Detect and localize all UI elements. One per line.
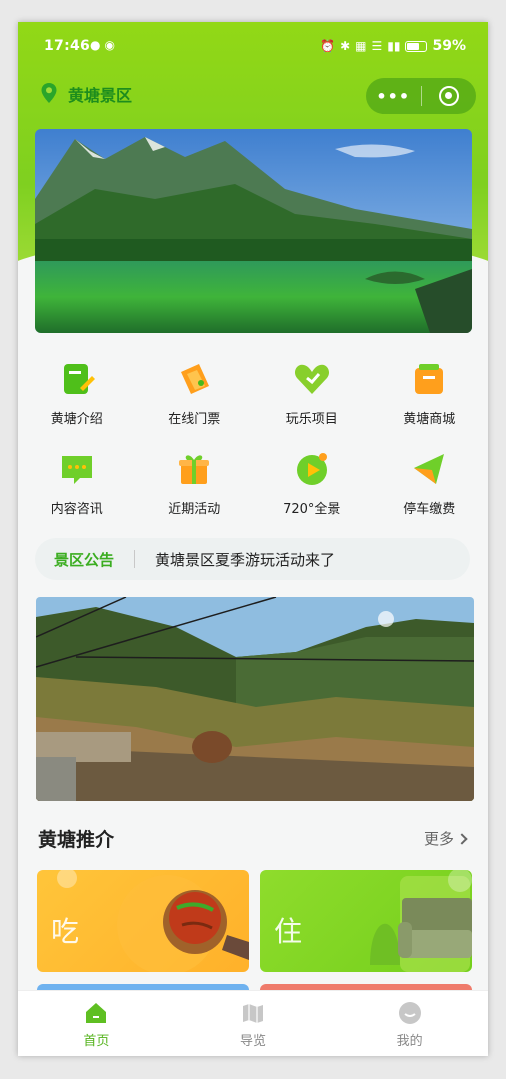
app-notification-icon: ◉ — [104, 38, 115, 52]
valley-illustration — [36, 597, 474, 801]
card-label: 住 — [274, 915, 303, 948]
announcement-text[interactable]: 黄塘景区夏季游玩活动来了 — [155, 549, 335, 570]
section-title: 黄塘推介 — [38, 829, 115, 851]
more-label: 更多 — [423, 830, 454, 848]
bluetooth-icon: ✱ — [340, 39, 351, 53]
menu-item-tickets[interactable]: 在线门票 — [136, 358, 254, 448]
chat-icon — [61, 456, 92, 484]
menu-label: 720°全景 — [283, 502, 341, 517]
signal-icon: ▮▮ — [387, 39, 401, 53]
scenic-photo[interactable] — [36, 597, 474, 801]
shopping-bag-icon — [415, 364, 444, 394]
more-link[interactable]: 更多 — [423, 828, 468, 849]
announcement-divider — [134, 550, 136, 568]
menu-label: 黄塘商城 — [403, 412, 456, 427]
tab-bar: 首页 导览 我的 — [18, 990, 488, 1056]
tab-home[interactable]: 首页 — [18, 991, 175, 1056]
more-menu-button[interactable]: ••• — [366, 87, 421, 106]
menu-item-news[interactable]: 内容咨讯 — [18, 448, 136, 538]
heart-icon — [294, 364, 329, 394]
status-bar: 17:46 ● ◉ ⏰ ✱ ▦ ☰ ▮▮ 59% — [18, 36, 488, 62]
target-icon — [438, 86, 459, 106]
home-icon — [86, 1003, 107, 1023]
recommend-card-stay[interactable]: 住 — [260, 870, 472, 972]
ticket-icon — [181, 364, 210, 394]
menu-item-introduction[interactable]: 黄塘介绍 — [18, 358, 136, 448]
play-circle-icon — [296, 453, 327, 485]
menu-item-activities[interactable]: 玩乐项目 — [253, 358, 371, 448]
profile-icon — [398, 1002, 421, 1024]
announcement-bar[interactable]: 景区公告 黄塘景区夏季游玩活动来了 — [35, 538, 470, 580]
function-grid: 黄塘介绍 在线门票 玩乐项目 黄塘商城 内容咨讯 近期活动 720°全景 停车缴… — [18, 358, 488, 538]
menu-item-events[interactable]: 近期活动 — [136, 448, 254, 538]
status-right: ⏰ ✱ ▦ ☰ ▮▮ 59% — [320, 38, 466, 54]
notification-icons: ● ◉ — [90, 38, 115, 52]
tab-guide[interactable]: 导览 — [175, 991, 332, 1056]
announcement-tag: 景区公告 — [54, 550, 115, 569]
doc-edit-icon — [63, 364, 95, 394]
vibrate-icon: ▦ — [355, 39, 367, 53]
location-name[interactable]: 黄塘景区 — [68, 82, 132, 106]
menu-label: 停车缴费 — [403, 502, 456, 517]
paper-plane-icon — [414, 454, 445, 484]
battery-fill — [407, 42, 420, 50]
menu-label: 在线门票 — [168, 412, 221, 427]
banner-image[interactable] — [35, 129, 472, 333]
close-miniprogram-button[interactable] — [421, 86, 476, 106]
battery-icon — [405, 40, 428, 52]
wifi-icon: ☰ — [371, 39, 383, 53]
tab-label: 导览 — [240, 1034, 267, 1049]
alarm-icon: ⏰ — [320, 39, 336, 53]
recommend-card-eat[interactable]: 吃 — [37, 870, 249, 972]
tab-profile[interactable]: 我的 — [331, 991, 488, 1056]
header: 黄塘景区 ••• — [18, 78, 488, 118]
status-time: 17:46 — [44, 38, 91, 54]
chevron-right-icon — [456, 832, 468, 845]
map-icon — [243, 1004, 263, 1023]
tab-label: 我的 — [396, 1034, 423, 1049]
menu-item-panorama[interactable]: 720°全景 — [253, 448, 371, 538]
card-label: 吃 — [51, 915, 80, 948]
menu-label: 玩乐项目 — [285, 412, 338, 427]
lake-mountain-illustration — [35, 129, 472, 333]
menu-label: 近期活动 — [168, 502, 221, 517]
battery-percent: 59% — [432, 38, 466, 54]
menu-item-shop[interactable]: 黄塘商城 — [371, 358, 489, 448]
function-row: 黄塘介绍 在线门票 玩乐项目 黄塘商城 — [18, 358, 488, 448]
location-pin-icon[interactable] — [40, 82, 58, 104]
function-row: 内容咨讯 近期活动 720°全景 停车缴费 — [18, 448, 488, 538]
phone-screen: 17:46 ● ◉ ⏰ ✱ ▦ ☰ ▮▮ 59% 黄塘景区 ••• 黄塘介绍 在… — [18, 22, 488, 1056]
chat-bubble-icon: ● — [90, 38, 101, 52]
menu-item-parking[interactable]: 停车缴费 — [371, 448, 489, 538]
gift-icon — [179, 455, 210, 484]
menu-label: 内容咨讯 — [50, 502, 103, 517]
menu-label: 黄塘介绍 — [50, 412, 103, 427]
miniprogram-capsule: ••• — [366, 78, 476, 114]
tab-label: 首页 — [83, 1034, 110, 1049]
